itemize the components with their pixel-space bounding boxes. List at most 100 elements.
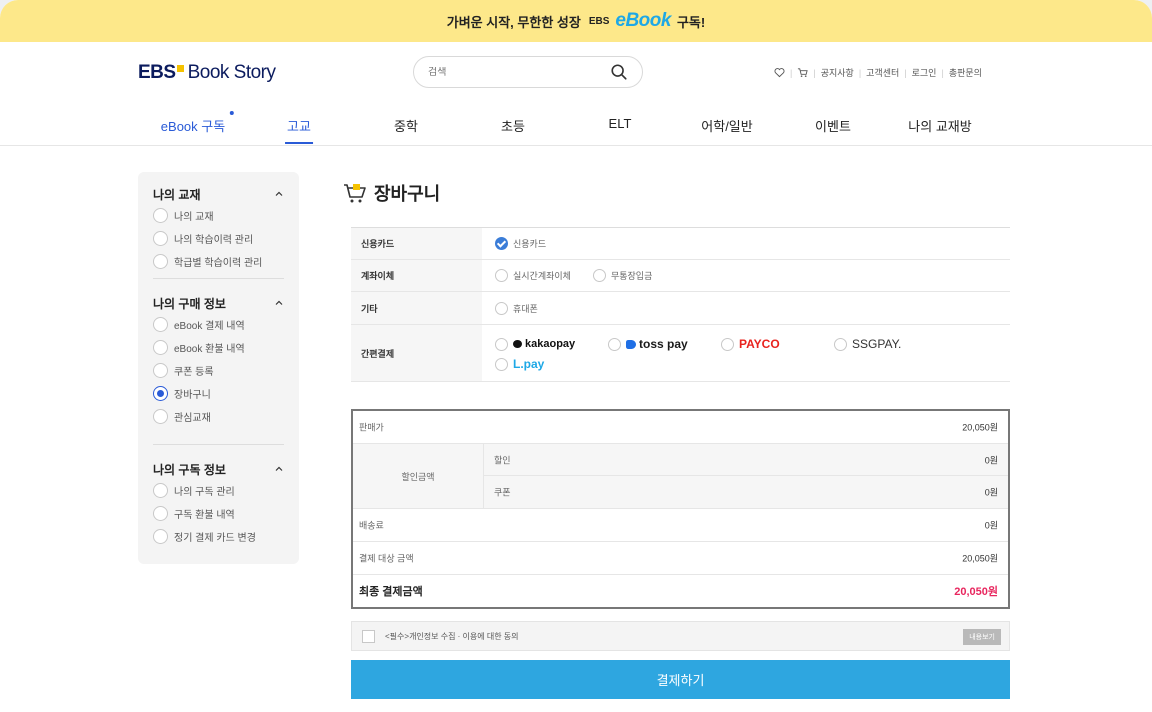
payment-row-easy-pay: 간편결제 kakaopay toss pay PAYCO SSGPAY. L.p…	[351, 325, 1010, 382]
promo-banner[interactable]: 가벼운 시작, 무한한 성장 EBS eBook 구독!	[0, 0, 1152, 42]
payment-method-table: 신용카드 신용카드 계좌이체 실시간계좌이체 무통장입금 기타 휴대폰 간편결제…	[351, 227, 1010, 382]
option-realtime-transfer[interactable]: 실시간계좌이체	[495, 266, 571, 286]
summary-value: 0원	[984, 520, 998, 531]
price-summary: 판매가 20,050원 할인금액 할인 0원 쿠폰 0원 배송료 0원 결제 대…	[351, 409, 1010, 609]
util-notice-link[interactable]: 공지사항	[821, 66, 854, 79]
heart-icon[interactable]	[774, 67, 785, 78]
sidebar-item-label: 나의 교재	[174, 212, 214, 223]
nav-label: eBook 구독	[160, 119, 226, 134]
payment-row-label: 간편결제	[351, 325, 482, 381]
divider	[153, 278, 284, 279]
summary-label: 할인	[494, 455, 511, 465]
radio-icon	[153, 254, 168, 269]
sidebar-item[interactable]: 구독 환불 내역	[153, 502, 284, 525]
option-payco[interactable]: PAYCO	[721, 334, 834, 354]
option-lpay[interactable]: L.pay	[495, 354, 608, 374]
cart-icon[interactable]	[797, 67, 809, 78]
nav-language-general[interactable]: 어학/일반	[701, 116, 752, 135]
summary-label: 쿠폰	[494, 487, 511, 498]
sidebar-item[interactable]: 나의 교재	[153, 204, 284, 227]
util-support-link[interactable]: 고객센터	[866, 66, 899, 79]
nav-middle-school[interactable]: 중학	[394, 116, 418, 135]
utility-menu: | | 공지사항 | 고객센터 | 로그인 | 총판문의	[774, 66, 982, 79]
section-title-text: 나의 교재	[153, 187, 201, 202]
option-label: 무통장입금	[610, 271, 653, 281]
sidebar-item[interactable]: 학급별 학습이력 관리	[153, 250, 284, 273]
nav-my-books[interactable]: 나의 교재방	[908, 116, 971, 135]
site-header: EBS Book Story | | 공지사항 | 고객센터 | 로그인 | 총판…	[0, 42, 1152, 146]
page-title-text: 장바구니	[374, 184, 441, 204]
util-distributor-link[interactable]: 총판문의	[949, 66, 982, 79]
radio-icon	[495, 301, 508, 315]
sidebar-section-title[interactable]: 나의 구독 정보	[153, 459, 284, 479]
discount-label: 할인금액	[353, 444, 484, 509]
nav-elt[interactable]: ELT	[609, 116, 632, 131]
nav-high-school[interactable]: 고교	[285, 116, 313, 144]
payment-row-label: 신용카드	[351, 228, 482, 259]
nav-event[interactable]: 이벤트	[815, 116, 851, 135]
radio-icon	[495, 357, 508, 371]
sidebar-item-label: eBook 결제 내역	[174, 321, 245, 332]
option-mobile-phone[interactable]: 휴대폰	[495, 298, 538, 318]
radio-icon	[153, 529, 168, 544]
sidebar-section-purchase: 나의 구매 정보 eBook 결제 내역 eBook 환불 내역 쿠폰 등록 장…	[153, 293, 284, 428]
chevron-up-icon[interactable]	[274, 189, 284, 199]
nav-elementary[interactable]: 초등	[501, 116, 525, 135]
kakao-bubble-icon	[513, 340, 522, 348]
cart-icon	[344, 184, 366, 203]
chevron-up-icon[interactable]	[274, 464, 284, 474]
banner-text: 가벼운 시작, 무한한 성장	[446, 14, 581, 30]
option-credit-card[interactable]: 신용카드	[495, 234, 546, 254]
page-frame: 가벼운 시작, 무한한 성장 EBS eBook 구독! EBS Book Sto…	[0, 0, 1152, 712]
search-icon[interactable]	[610, 63, 628, 81]
sidebar-item[interactable]: 나의 학습이력 관리	[153, 227, 284, 250]
banner-ebs: EBS	[588, 15, 610, 27]
option-label: kakaopay	[525, 338, 576, 350]
sidebar-item-label: 관심교재	[174, 413, 211, 424]
sidebar-item[interactable]: eBook 환불 내역	[153, 336, 284, 359]
util-login-link[interactable]: 로그인	[912, 66, 937, 79]
option-label: SSGPAY.	[852, 337, 902, 351]
summary-label: 결제 대상 금액	[359, 553, 414, 564]
search-input[interactable]	[428, 66, 610, 78]
site-logo[interactable]: EBS Book Story	[138, 62, 276, 84]
sidebar-item[interactable]: 관심교재	[153, 405, 284, 428]
sidebar-item-label: 정기 결제 카드 변경	[174, 533, 256, 544]
view-details-button[interactable]: 내용보기	[963, 629, 1001, 645]
main-nav: eBook 구독 고교 중학 초등 ELT 어학/일반 이벤트 나의 교재방	[0, 111, 1152, 146]
summary-value: 0원	[984, 487, 998, 498]
banner-ebook-logo: eBook	[615, 10, 671, 31]
option-kakaopay[interactable]: kakaopay	[495, 334, 608, 354]
option-tosspay[interactable]: toss pay	[608, 334, 721, 354]
radio-icon	[495, 269, 508, 282]
sidebar-item[interactable]: eBook 결제 내역	[153, 313, 284, 336]
option-label: 실시간계좌이체	[513, 271, 571, 281]
sidebar-section-title[interactable]: 나의 구매 정보	[153, 293, 284, 313]
sidebar-item-cart[interactable]: 장바구니	[153, 382, 284, 405]
search-box	[413, 56, 643, 88]
radio-icon	[153, 506, 168, 521]
privacy-agreement: <필수>개인정보 수집 · 이용에 대한 동의 내용보기	[351, 621, 1010, 651]
sidebar-item[interactable]: 쿠폰 등록	[153, 359, 284, 382]
logo-ebs: EBS	[138, 62, 176, 83]
sidebar-section-title[interactable]: 나의 교재	[153, 184, 284, 204]
radio-icon	[608, 337, 621, 351]
option-label: toss pay	[639, 337, 688, 351]
sidebar-item[interactable]: 나의 구독 관리	[153, 479, 284, 502]
summary-value: 0원	[984, 455, 998, 465]
option-bank-deposit[interactable]: 무통장입금	[592, 266, 653, 286]
payment-row-label: 기타	[351, 292, 482, 324]
summary-discount: 할인 0원	[484, 444, 1008, 476]
option-label: 신용카드	[513, 239, 547, 249]
radio-icon	[153, 363, 168, 378]
agreement-checkbox[interactable]	[362, 629, 375, 643]
option-ssgpay[interactable]: SSGPAY.	[834, 334, 947, 354]
logo-square-icon	[176, 65, 184, 72]
chevron-up-icon[interactable]	[274, 298, 284, 308]
payment-row-label: 계좌이체	[351, 260, 482, 291]
section-title-text: 나의 구독 정보	[153, 462, 226, 477]
sidebar-item[interactable]: 정기 결제 카드 변경	[153, 525, 284, 548]
pay-button[interactable]: 결제하기	[351, 660, 1010, 699]
nav-ebook-subscribe[interactable]: eBook 구독	[160, 111, 235, 135]
radio-icon	[153, 340, 168, 355]
